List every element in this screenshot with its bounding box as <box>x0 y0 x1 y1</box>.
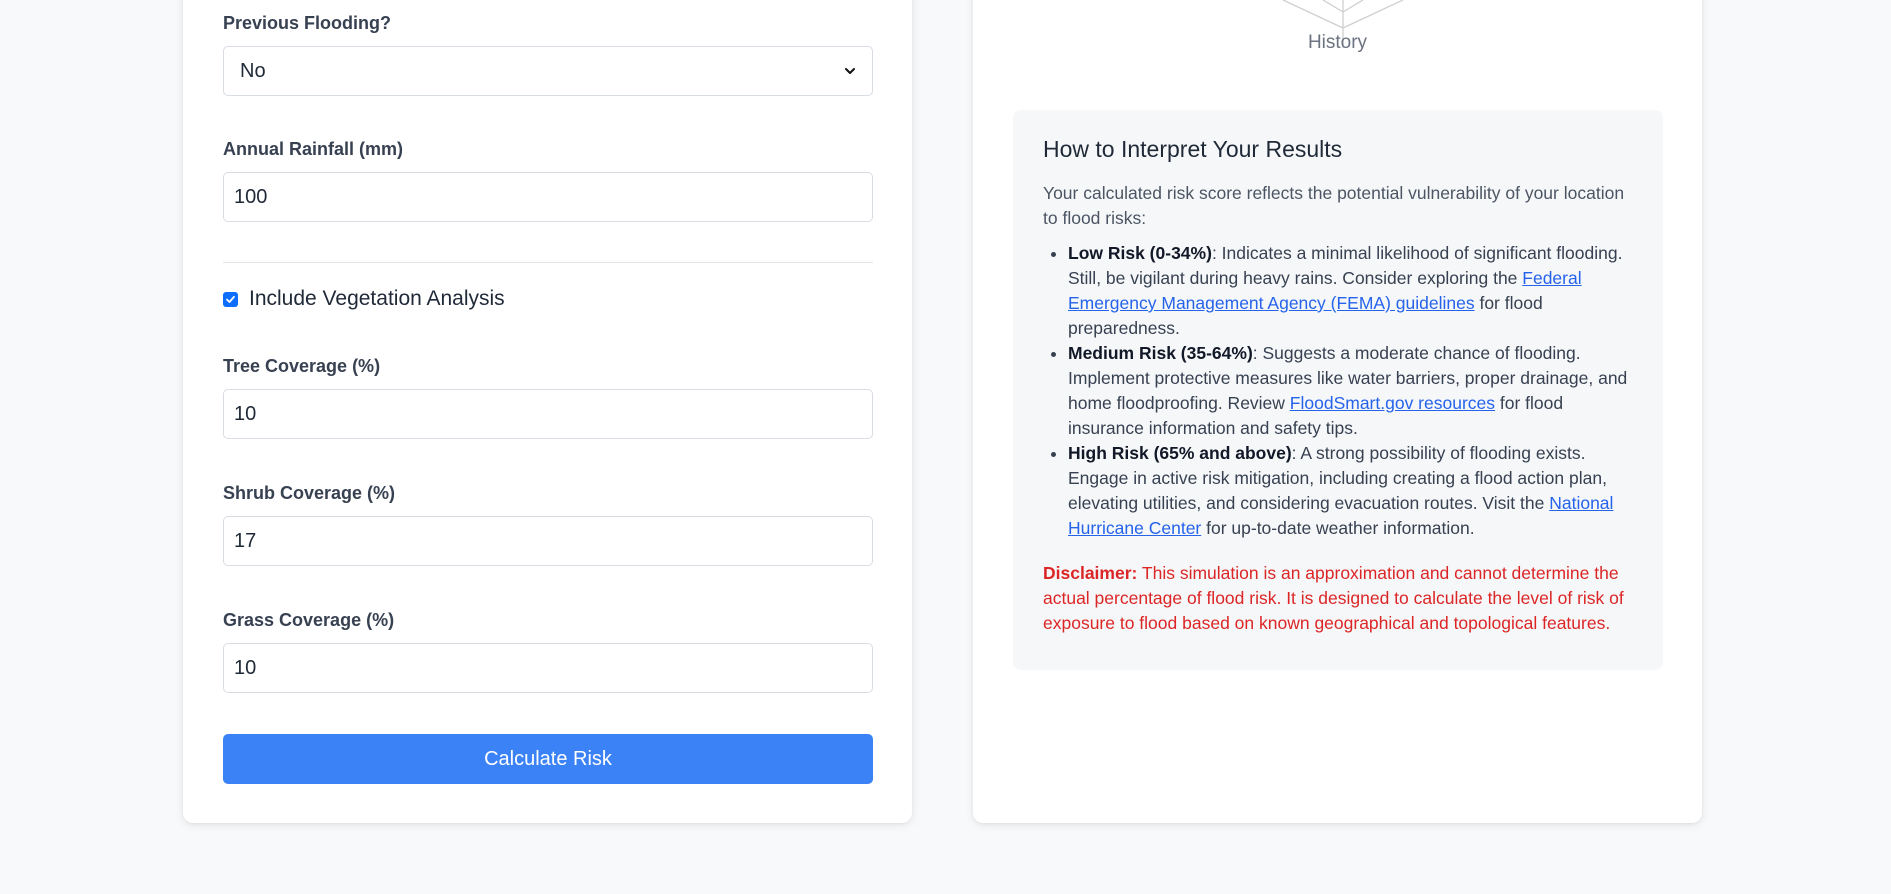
shrub-coverage-field: Shrub Coverage (%) 17 <box>223 483 873 566</box>
medium-risk-label: Medium Risk (35-64%) <box>1068 343 1253 363</box>
high-risk-item: High Risk (65% and above): A strong poss… <box>1068 441 1633 541</box>
annual-rainfall-input[interactable]: 100 <box>223 172 873 222</box>
interpretation-title: How to Interpret Your Results <box>1043 136 1343 162</box>
radar-grid-line <box>1282 0 1344 29</box>
previous-flooding-label: Previous Flooding? <box>223 13 392 33</box>
calculate-risk-button[interactable]: Calculate Risk <box>223 734 873 784</box>
interpretation-panel: How to Interpret Your Results Your calcu… <box>1013 110 1663 670</box>
disclaimer-label: Disclaimer: <box>1043 563 1138 583</box>
low-risk-item: Low Risk (0-34%): Indicates a minimal li… <box>1068 241 1633 341</box>
floodsmart-link[interactable]: FloodSmart.gov resources <box>1290 393 1495 413</box>
checkmark-icon <box>226 295 235 303</box>
medium-risk-item: Medium Risk (35-64%): Suggests a moderat… <box>1068 341 1633 441</box>
tree-coverage-label: Tree Coverage (%) <box>223 356 381 376</box>
interpretation-intro: Your calculated risk score reflects the … <box>1043 183 1625 228</box>
page: Previous Flooding? No Annual Rainfall (m… <box>0 0 1891 894</box>
previous-flooding-select[interactable]: No <box>223 46 873 96</box>
grass-coverage-input[interactable]: 10 <box>223 643 873 693</box>
divider <box>223 262 873 263</box>
vegetation-checkbox-label: Include Vegetation Analysis <box>249 287 505 310</box>
tree-coverage-input[interactable]: 10 <box>223 389 873 439</box>
grass-coverage-label: Grass Coverage (%) <box>223 610 395 630</box>
disclaimer: Disclaimer: This simulation is an approx… <box>1043 561 1633 636</box>
radar-axis-label: History <box>1307 32 1368 53</box>
tree-coverage-field: Tree Coverage (%) 10 <box>223 356 873 439</box>
annual-rainfall-field: Annual Rainfall (mm) 100 <box>223 139 873 222</box>
low-risk-label: Low Risk (0-34%) <box>1068 243 1212 263</box>
results-card: History How to Interpret Your Results Yo… <box>973 0 1702 823</box>
high-risk-label: High Risk (65% and above) <box>1068 443 1292 463</box>
previous-flooding-field: Previous Flooding? No <box>223 13 873 96</box>
annual-rainfall-label: Annual Rainfall (mm) <box>223 139 404 159</box>
previous-flooding-value: No <box>240 59 266 82</box>
vegetation-checkbox[interactable] <box>223 291 238 307</box>
shrub-coverage-input[interactable]: 17 <box>223 516 873 566</box>
radar-grid-line <box>1342 0 1404 29</box>
shrub-coverage-label: Shrub Coverage (%) <box>223 483 396 503</box>
chevron-down-icon <box>845 68 855 74</box>
risk-levels-list: Low Risk (0-34%): Indicates a minimal li… <box>1043 241 1633 541</box>
risk-form-card: Previous Flooding? No Annual Rainfall (m… <box>183 0 912 823</box>
grass-coverage-field: Grass Coverage (%) 10 <box>223 610 873 693</box>
high-risk-text-end: for up-to-date weather information. <box>1201 518 1475 538</box>
radar-grid-line <box>1322 0 1344 13</box>
radar-grid-line <box>1342 0 1364 13</box>
vegetation-analysis-toggle[interactable]: Include Vegetation Analysis <box>223 287 505 311</box>
